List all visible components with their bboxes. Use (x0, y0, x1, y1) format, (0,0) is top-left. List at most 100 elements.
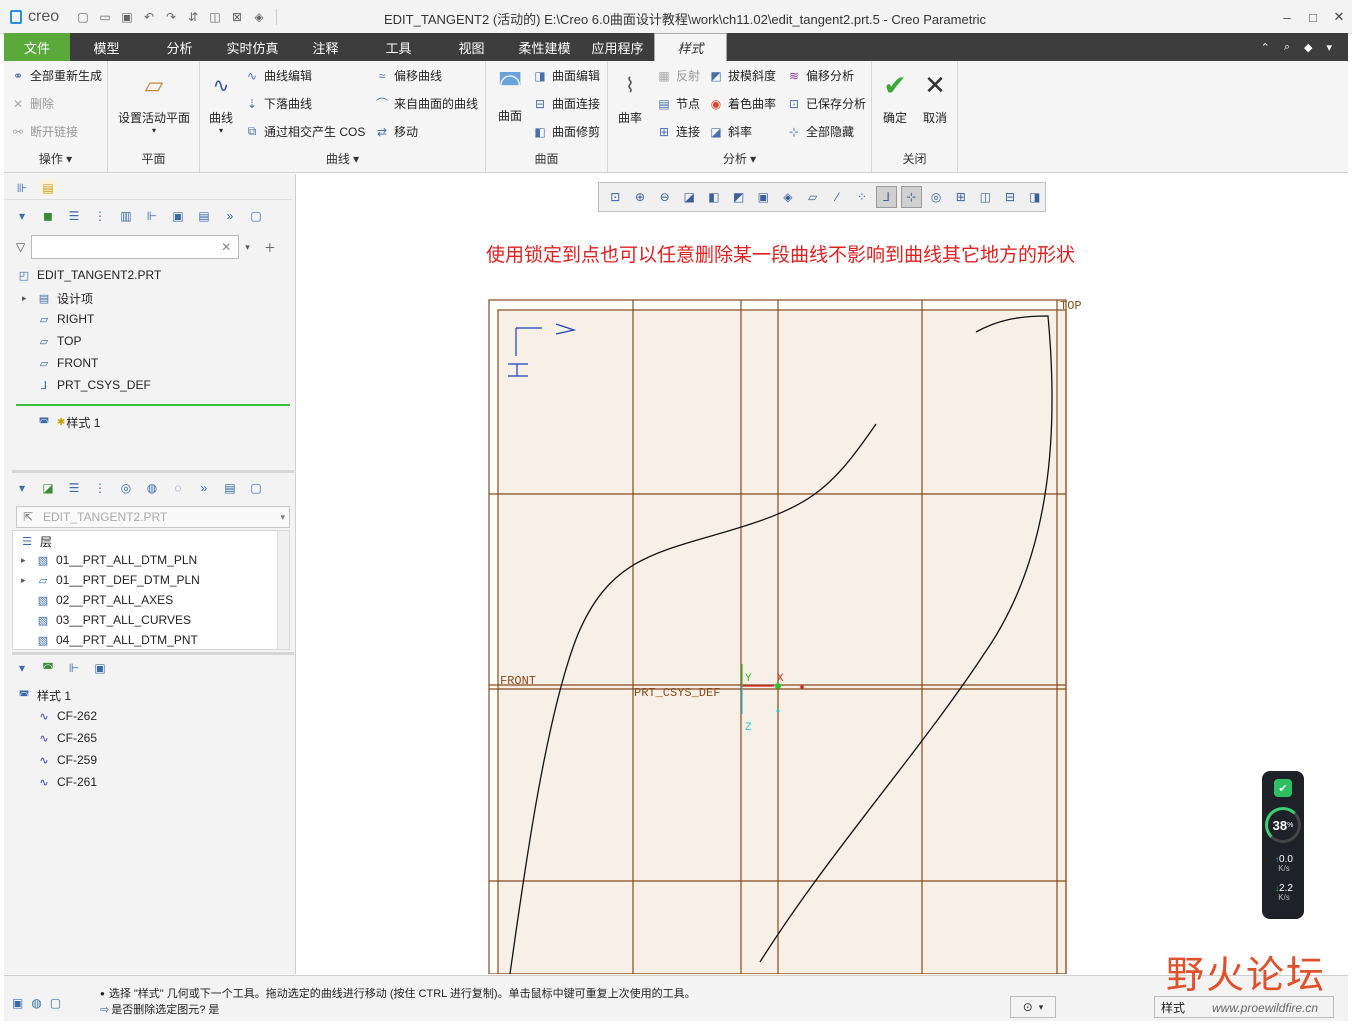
spin-center-icon[interactable]: ◎ (926, 186, 947, 208)
find-button[interactable]: ⊙ ▾ (1010, 996, 1056, 1018)
hide-all-button[interactable]: ⊹ 全部隐藏 (786, 123, 854, 140)
fullscreen-icon[interactable]: ▢ (50, 996, 61, 1010)
group-label-operations[interactable]: 操作 ▾ (4, 150, 107, 167)
tab-apps[interactable]: 应用程序 (581, 33, 654, 61)
display-style-icon[interactable]: ◧ (704, 186, 725, 208)
collapse-ribbon-icon[interactable]: ⌃ (1261, 41, 1270, 54)
layer-properties-icon[interactable]: ▤ (222, 480, 238, 496)
saved-orientations-icon[interactable]: ◩ (728, 186, 749, 208)
layer-scrollbar[interactable] (277, 531, 289, 649)
tree-item-style[interactable]: ◚ ✱ 样式 1 (36, 414, 101, 431)
style-curve-left[interactable] (509, 423, 877, 974)
more-icon[interactable]: » (222, 208, 238, 224)
saved-analysis-button[interactable]: ⊡ 已保存分析 (786, 95, 866, 112)
connect-analysis-button[interactable]: ⊞ 连接 (656, 123, 700, 140)
notes-icon[interactable]: ▢ (248, 480, 264, 496)
search-icon[interactable]: ⌕ (1284, 41, 1290, 54)
settings-icon[interactable]: ▣ (92, 660, 108, 676)
shade-curvature-button[interactable]: ◉ 着色曲率 (708, 95, 776, 112)
group-label-analysis[interactable]: 分析 ▾ (608, 150, 871, 167)
tab-view[interactable]: 视图 (435, 33, 508, 61)
columns-icon[interactable]: ▥ (118, 208, 134, 224)
offset-analysis-button[interactable]: ≋ 偏移分析 (786, 67, 854, 84)
style-curve-item[interactable]: ∿ CF-262 (36, 709, 97, 723)
tree-item-top[interactable]: ▱ TOP (36, 334, 82, 348)
offset-curve-button[interactable]: ≈ 偏移曲线 (374, 67, 442, 84)
folder-browser-tab-icon[interactable]: ▤ (40, 179, 56, 196)
layers-icon[interactable]: ◪ (40, 480, 56, 496)
minimize-button[interactable]: – (1274, 0, 1300, 34)
layer-item[interactable]: ▧ 03__PRT_ALL_CURVES (35, 613, 191, 627)
filter-icon[interactable]: ▽ (16, 240, 25, 254)
tree-filter-icon[interactable]: ⊩ (66, 660, 82, 676)
layer-model-select[interactable]: ⇱ EDIT_TANGENT2.PRT ▾ (16, 506, 290, 528)
more-icon[interactable]: » (196, 480, 212, 496)
layer-hide-icon[interactable]: ◍ (144, 480, 160, 496)
surface-edit-button[interactable]: ◨ 曲面编辑 (532, 67, 600, 84)
add-filter-icon[interactable]: ＋ (264, 239, 276, 256)
panel-divider[interactable] (12, 652, 294, 655)
tree-item-csys[interactable]: ⅃ PRT_CSYS_DEF (36, 378, 151, 392)
save-icon[interactable]: ▣ (118, 9, 136, 25)
annotation-display-icon[interactable]: ⊹ (901, 186, 922, 208)
node-button[interactable]: ▤ 节点 (656, 95, 700, 112)
tree-root[interactable]: ◰ EDIT_TANGENT2.PRT (16, 268, 161, 282)
refit-icon[interactable]: ⊡ (605, 186, 626, 208)
tree-filter-icon[interactable]: ⊩ (144, 208, 160, 224)
tab-analysis[interactable]: 分析 (143, 33, 216, 61)
tab-model[interactable]: 模型 (70, 33, 143, 61)
style-curve-item[interactable]: ∿ CF-265 (36, 731, 97, 745)
layer-item[interactable]: ▧ 04__PRT_ALL_DTM_PNT (35, 633, 198, 647)
display-style-icon[interactable]: ◈ (250, 9, 268, 25)
layer-header[interactable]: ☰ 层 (19, 533, 52, 550)
tab-flexible[interactable]: 柔性建模 (508, 33, 581, 61)
expand-icon[interactable]: ▸ (21, 575, 31, 586)
maximize-button[interactable]: □ (1300, 0, 1326, 34)
cos-button[interactable]: ⧉ 通过相交产生 COS (244, 123, 366, 140)
reflect-button[interactable]: ▦ 反射 (656, 67, 700, 84)
insert-indicator[interactable] (16, 404, 290, 406)
sketch-view-icon[interactable]: ◫ (975, 186, 996, 208)
toggle-navigator-icon[interactable]: ▣ (12, 996, 23, 1010)
style-curve-item[interactable]: ∿ CF-261 (36, 775, 97, 789)
section-icon[interactable]: ⊟ (1000, 186, 1021, 208)
collapse-all-icon[interactable]: ⋮ (92, 208, 108, 224)
style-tree-icon[interactable]: ◚ (40, 660, 56, 676)
model-tree-tab-icon[interactable]: ⊪ (14, 180, 30, 196)
open-file-icon[interactable]: ▭ (96, 9, 114, 25)
style-tree-root[interactable]: ◚ 样式 1 (16, 687, 71, 704)
collapse-icon[interactable]: ▾ (14, 480, 30, 496)
close-window-icon[interactable]: ⊠ (228, 9, 246, 25)
slope-button[interactable]: ◪ 斜率 (708, 123, 752, 140)
collapse-icon[interactable]: ▾ (14, 208, 30, 224)
collapse-all-icon[interactable]: ⋮ (92, 480, 108, 496)
delete-button[interactable]: ✕ 删除 (10, 95, 54, 112)
grid-icon[interactable]: ⊞ (950, 186, 971, 208)
close-button[interactable]: ✕ (1326, 0, 1352, 34)
collapse-icon[interactable]: ▾ (14, 660, 30, 676)
surface-trim-button[interactable]: ◧ 曲面修剪 (532, 123, 600, 140)
panel-divider[interactable] (12, 470, 294, 473)
model-tree-icon[interactable]: ◼ (40, 208, 56, 224)
help-icon[interactable]: ◆ (1304, 41, 1312, 54)
set-active-plane-button[interactable]: ▱ 设置活动平面 ▾ (118, 69, 190, 136)
tree-item-right[interactable]: ▱ RIGHT (36, 312, 95, 326)
regenerate-all-button[interactable]: ⚭ 全部重新生成 (10, 67, 102, 84)
notes-icon[interactable]: ▢ (248, 208, 264, 224)
layer-item[interactable]: ▧ 02__PRT_ALL_AXES (35, 593, 173, 607)
tree-item-front[interactable]: ▱ FRONT (36, 356, 99, 370)
tree-search-input[interactable] (31, 235, 240, 259)
cancel-button[interactable]: ✕ 取消 (916, 69, 954, 126)
new-file-icon[interactable]: ▢ (74, 9, 92, 25)
settings-icon[interactable]: ▣ (170, 208, 186, 224)
tab-simulation[interactable]: 实时仿真 (216, 33, 289, 61)
search-options-icon[interactable]: ▾ (245, 242, 250, 253)
ok-button[interactable]: ✔ 确定 (876, 69, 914, 126)
surface-button[interactable]: ◚ 曲面 (490, 67, 530, 124)
surface-connect-button[interactable]: ⊟ 曲面连接 (532, 95, 600, 112)
layer-item[interactable]: ▸ ▧ 01__PRT_ALL_DTM_PLN (21, 553, 197, 567)
clear-search-icon[interactable]: ✕ (221, 240, 231, 254)
csys-display-icon[interactable]: ⅃ (876, 186, 897, 208)
curve-from-surface-button[interactable]: ⌒ 来自曲面的曲线 (374, 95, 478, 112)
style-curve-right[interactable] (759, 315, 1053, 963)
